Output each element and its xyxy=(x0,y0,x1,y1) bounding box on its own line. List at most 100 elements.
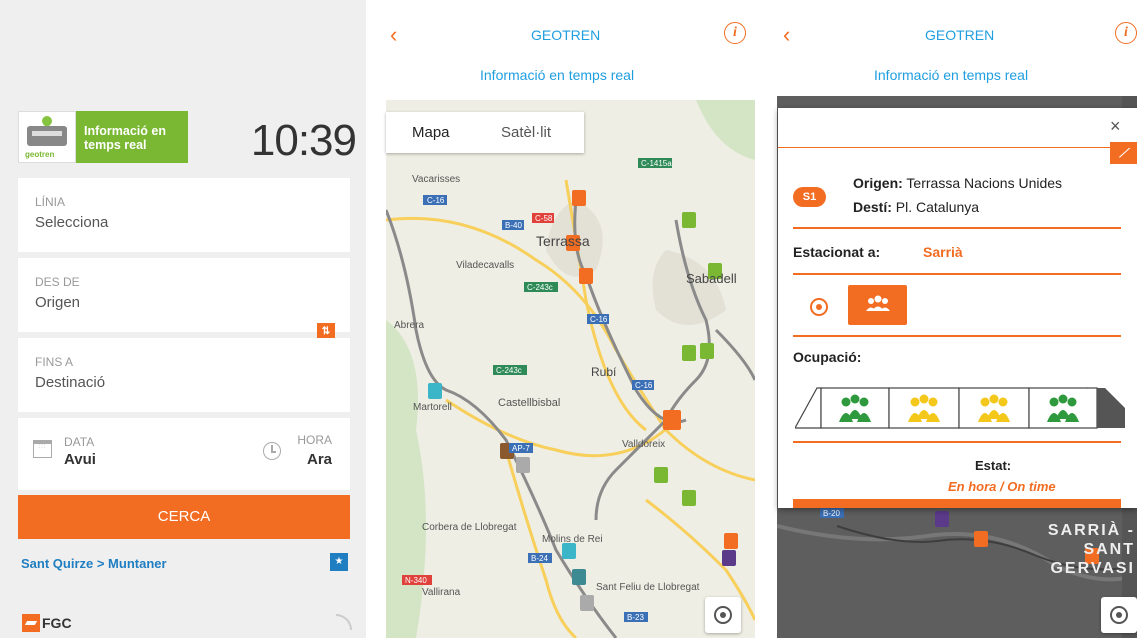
realtime-badge: Informació en temps real xyxy=(76,111,188,163)
app-title: GEOTREN xyxy=(925,27,995,43)
my-location-button[interactable] xyxy=(1101,597,1137,633)
road-label: C-58 xyxy=(535,214,553,223)
tab-map[interactable]: Mapa xyxy=(412,124,450,141)
info-icon[interactable]: i xyxy=(1115,22,1137,44)
tab-satellite[interactable]: Satèl·lit xyxy=(501,124,551,141)
crosshair-icon xyxy=(714,606,732,624)
date-label: DATA xyxy=(64,435,95,449)
place-label: Sant Feliu de Llobregat xyxy=(596,582,700,593)
place-label: Martorell xyxy=(413,402,452,413)
calendar-icon[interactable]: ::: xyxy=(33,440,52,458)
geotren-logo: geotren xyxy=(18,111,76,163)
place-label: Vallirana xyxy=(422,587,461,598)
divider xyxy=(778,147,1121,148)
origin-value: Origen xyxy=(35,294,81,311)
destination-label: Destí: xyxy=(853,199,892,215)
train-marker-orange xyxy=(579,268,593,284)
favorite-route-link[interactable]: Sant Quirze > Muntaner xyxy=(21,556,167,571)
date-time-row: ::: DATA Avui HORA Ara xyxy=(18,418,350,490)
fgc-logo: FGC xyxy=(22,614,72,632)
map-canvas[interactable]: Vacarisses Terrassa Viladecavalls Sabade… xyxy=(386,100,755,638)
train-marker-gray xyxy=(516,457,530,473)
train-marker-green xyxy=(682,490,696,506)
line-value: Selecciona xyxy=(35,214,109,231)
parked-label: Estacionat a: xyxy=(793,244,881,260)
popup-footer-bar xyxy=(793,499,1121,508)
date-value[interactable]: Avui xyxy=(64,451,96,468)
occupancy-button[interactable] xyxy=(848,285,907,325)
divider xyxy=(793,335,1121,337)
place-label: Rubí xyxy=(591,365,617,379)
origin-label: Origen: xyxy=(853,175,903,191)
train-icon xyxy=(27,126,67,146)
destination-field[interactable]: FINS A Destinació xyxy=(18,338,350,412)
origin-label: DES DE xyxy=(35,275,80,289)
destination-label: FINS A xyxy=(35,355,74,369)
train-marker-gray xyxy=(580,595,594,611)
train-occupancy-diagram xyxy=(795,387,1125,429)
divider xyxy=(793,273,1121,275)
place-label: Vacarisses xyxy=(412,174,460,185)
map-type-tabs: Mapa Satèl·lit xyxy=(386,112,584,153)
train-car xyxy=(958,387,1030,429)
place-label: Abrera xyxy=(394,320,424,331)
road-label: C-243c xyxy=(496,366,522,375)
line-selector[interactable]: LÍNIA Selecciona xyxy=(18,178,350,252)
close-icon[interactable]: × xyxy=(1110,116,1121,137)
train-cab-front xyxy=(795,387,822,429)
train-marker-teal xyxy=(572,569,586,585)
train-marker-orange xyxy=(974,531,988,547)
train-marker-green xyxy=(700,343,714,359)
status-value: En hora / On time xyxy=(948,479,1056,494)
road-label: AP-7 xyxy=(512,444,530,453)
app-title: GEOTREN xyxy=(531,27,601,43)
back-button[interactable]: ‹ xyxy=(783,22,790,48)
my-location-button[interactable] xyxy=(705,597,741,633)
divider xyxy=(793,227,1121,229)
stop-icon[interactable] xyxy=(810,298,828,316)
train-marker-purple xyxy=(722,550,736,566)
road-label: C-243c xyxy=(527,283,553,292)
train-marker-blue xyxy=(428,383,442,399)
train-car xyxy=(888,387,960,429)
map-view[interactable]: Vacarisses Terrassa Viladecavalls Sabade… xyxy=(386,100,755,638)
destination-row: Destí: Pl. Catalunya xyxy=(853,199,979,215)
time-value[interactable]: Ara xyxy=(307,451,332,468)
origin-row: Origen: Terrassa Nacions Unides xyxy=(853,175,1062,191)
road-label: C-16 xyxy=(635,381,653,390)
train-marker-green xyxy=(682,345,696,361)
search-screen: geotren Informació en temps real 10:39 L… xyxy=(0,0,366,638)
back-button[interactable]: ‹ xyxy=(390,22,397,48)
train-marker-green xyxy=(682,212,696,228)
place-label: Valldoreix xyxy=(622,439,665,450)
clock: 10:39 xyxy=(250,116,357,165)
clock-icon[interactable] xyxy=(263,442,281,460)
info-icon[interactable]: i xyxy=(724,22,746,44)
train-car xyxy=(820,387,890,429)
place-label: Sabadell xyxy=(686,271,737,286)
crosshair-icon xyxy=(1110,606,1128,624)
origin-field[interactable]: DES DE Origen xyxy=(18,258,350,332)
destination-value: Pl. Catalunya xyxy=(895,199,980,215)
logo-text: geotren xyxy=(25,150,55,159)
road-label: N-340 xyxy=(405,576,427,585)
road-label: C-1415a xyxy=(641,159,672,168)
search-button[interactable]: CERCA xyxy=(18,495,350,539)
place-label: Terrassa xyxy=(536,233,590,249)
road-label: B-24 xyxy=(531,554,548,563)
people-icon xyxy=(866,295,890,311)
train-marker-purple xyxy=(935,511,949,527)
page-subtitle: Informació en temps real xyxy=(874,67,1029,83)
place-label: Castellbisbal xyxy=(498,397,560,409)
road-label: B-20 xyxy=(823,509,840,518)
star-icon[interactable]: ★ xyxy=(330,553,348,571)
line-label: LÍNIA xyxy=(35,195,66,209)
page-subtitle: Informació en temps real xyxy=(480,67,635,83)
brand-text: FGC xyxy=(42,615,72,631)
divider xyxy=(793,441,1121,443)
map-station-label: SARRIÀ - SANT GERVASI xyxy=(1047,522,1135,577)
train-car xyxy=(1028,387,1098,429)
origin-value: Terrassa Nacions Unides xyxy=(906,175,1063,191)
place-label: Corbera de Llobregat xyxy=(422,522,517,533)
train-cab-rear xyxy=(1097,388,1125,428)
